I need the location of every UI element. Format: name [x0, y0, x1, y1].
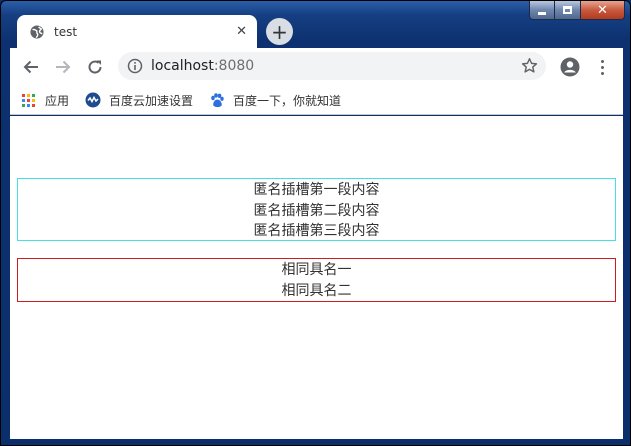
- slot-line: 匿名插槽第一段内容: [253, 182, 380, 198]
- bookmark-baidu[interactable]: 百度一下，你就知道: [209, 92, 341, 109]
- info-icon[interactable]: [127, 58, 143, 74]
- slot-line: 相同具名一: [281, 262, 352, 278]
- globe-icon: [30, 24, 44, 39]
- menu-dot-icon: [600, 65, 604, 69]
- bookmark-baidu-cloud[interactable]: 百度云加速设置: [85, 92, 193, 109]
- menu-button[interactable]: [594, 57, 610, 77]
- browser-window: ✕ test ✕ + localhost:8080 应用 百度云加速设置 百度一…: [0, 0, 631, 446]
- back-button[interactable]: [21, 57, 41, 77]
- close-icon: ✕: [597, 2, 608, 18]
- bookmark-star-icon[interactable]: [521, 57, 538, 74]
- url-text[interactable]: localhost:8080: [151, 58, 254, 74]
- tab-close-icon[interactable]: ✕: [236, 24, 247, 39]
- forward-arrow-icon: [56, 60, 71, 74]
- maximize-button[interactable]: [555, 1, 581, 20]
- maximize-icon: [563, 6, 572, 14]
- account-icon[interactable]: [560, 57, 580, 77]
- window-close-button[interactable]: ✕: [581, 1, 625, 20]
- address-bar[interactable]: localhost:8080: [118, 52, 546, 80]
- baidu-paw-icon: [211, 93, 224, 108]
- browser-tab[interactable]: test ✕: [17, 15, 257, 48]
- url-host: localhost: [151, 58, 214, 74]
- named-slot-box: 相同具名一 相同具名二: [17, 258, 616, 302]
- bookmark-apps[interactable]: 应用: [22, 92, 69, 109]
- tab-title: test: [54, 24, 78, 39]
- back-arrow-icon: [23, 60, 38, 74]
- minimize-icon: [538, 11, 546, 15]
- menu-dot-icon: [600, 59, 604, 63]
- minimize-button[interactable]: [529, 1, 555, 20]
- slot-line: 匿名插槽第二段内容: [253, 202, 380, 219]
- plus-icon: +: [271, 19, 288, 44]
- browser-toolbar: localhost:8080: [10, 48, 623, 86]
- anonymous-slot-box: 匿名插槽第一段内容 匿名插槽第二段内容 匿名插槽第三段内容: [17, 178, 616, 241]
- new-tab-button[interactable]: +: [266, 18, 293, 45]
- bookmark-label: 百度云加速设置: [109, 93, 194, 108]
- menu-dot-icon: [600, 71, 604, 75]
- forward-button[interactable]: [53, 57, 73, 77]
- reload-icon: [88, 60, 102, 74]
- apps-grid-icon: [22, 93, 35, 107]
- reload-button[interactable]: [85, 57, 105, 77]
- url-port: :8080: [213, 58, 255, 74]
- bookmarks-bar: 应用 百度云加速设置 百度一下，你就知道: [10, 86, 623, 115]
- page-viewport: 匿名插槽第一段内容 匿名插槽第二段内容 匿名插槽第三段内容 相同具名一 相同具名…: [10, 116, 623, 439]
- bookmark-label: 百度一下，你就知道: [233, 93, 342, 108]
- slot-line: 相同具名二: [281, 282, 352, 299]
- baidu-cloud-icon: [85, 92, 101, 108]
- bookmark-label: 应用: [45, 93, 70, 108]
- slot-line: 匿名插槽第三段内容: [253, 223, 380, 239]
- window-caption-buttons: ✕: [529, 1, 625, 21]
